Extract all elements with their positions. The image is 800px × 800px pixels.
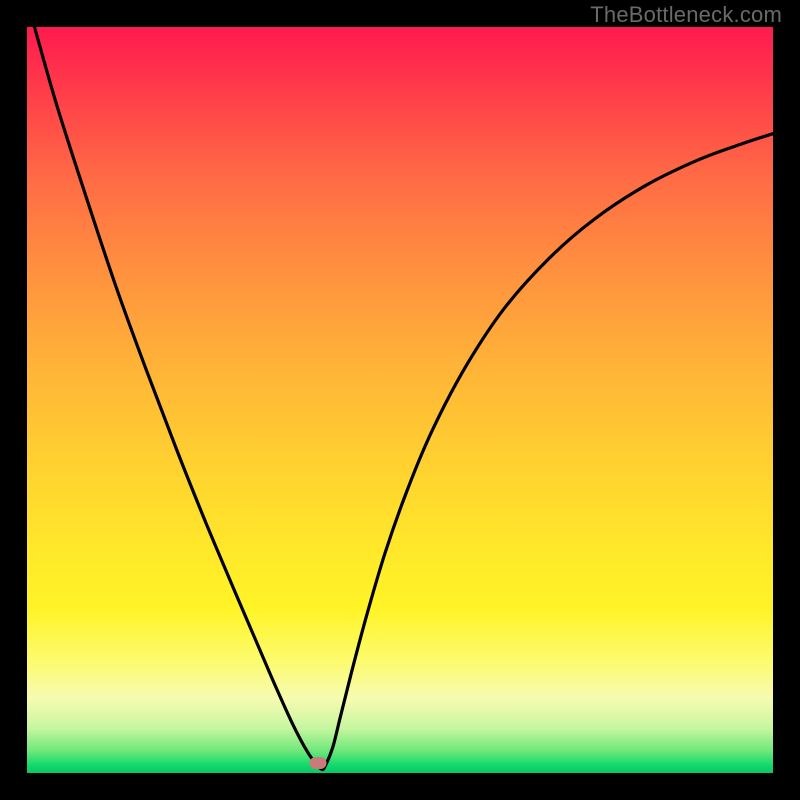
minimum-marker xyxy=(309,757,326,769)
watermark-text: TheBottleneck.com xyxy=(590,2,782,28)
chart-frame: TheBottleneck.com xyxy=(0,0,800,800)
plot-area xyxy=(27,27,773,773)
bottleneck-curve xyxy=(27,27,773,773)
